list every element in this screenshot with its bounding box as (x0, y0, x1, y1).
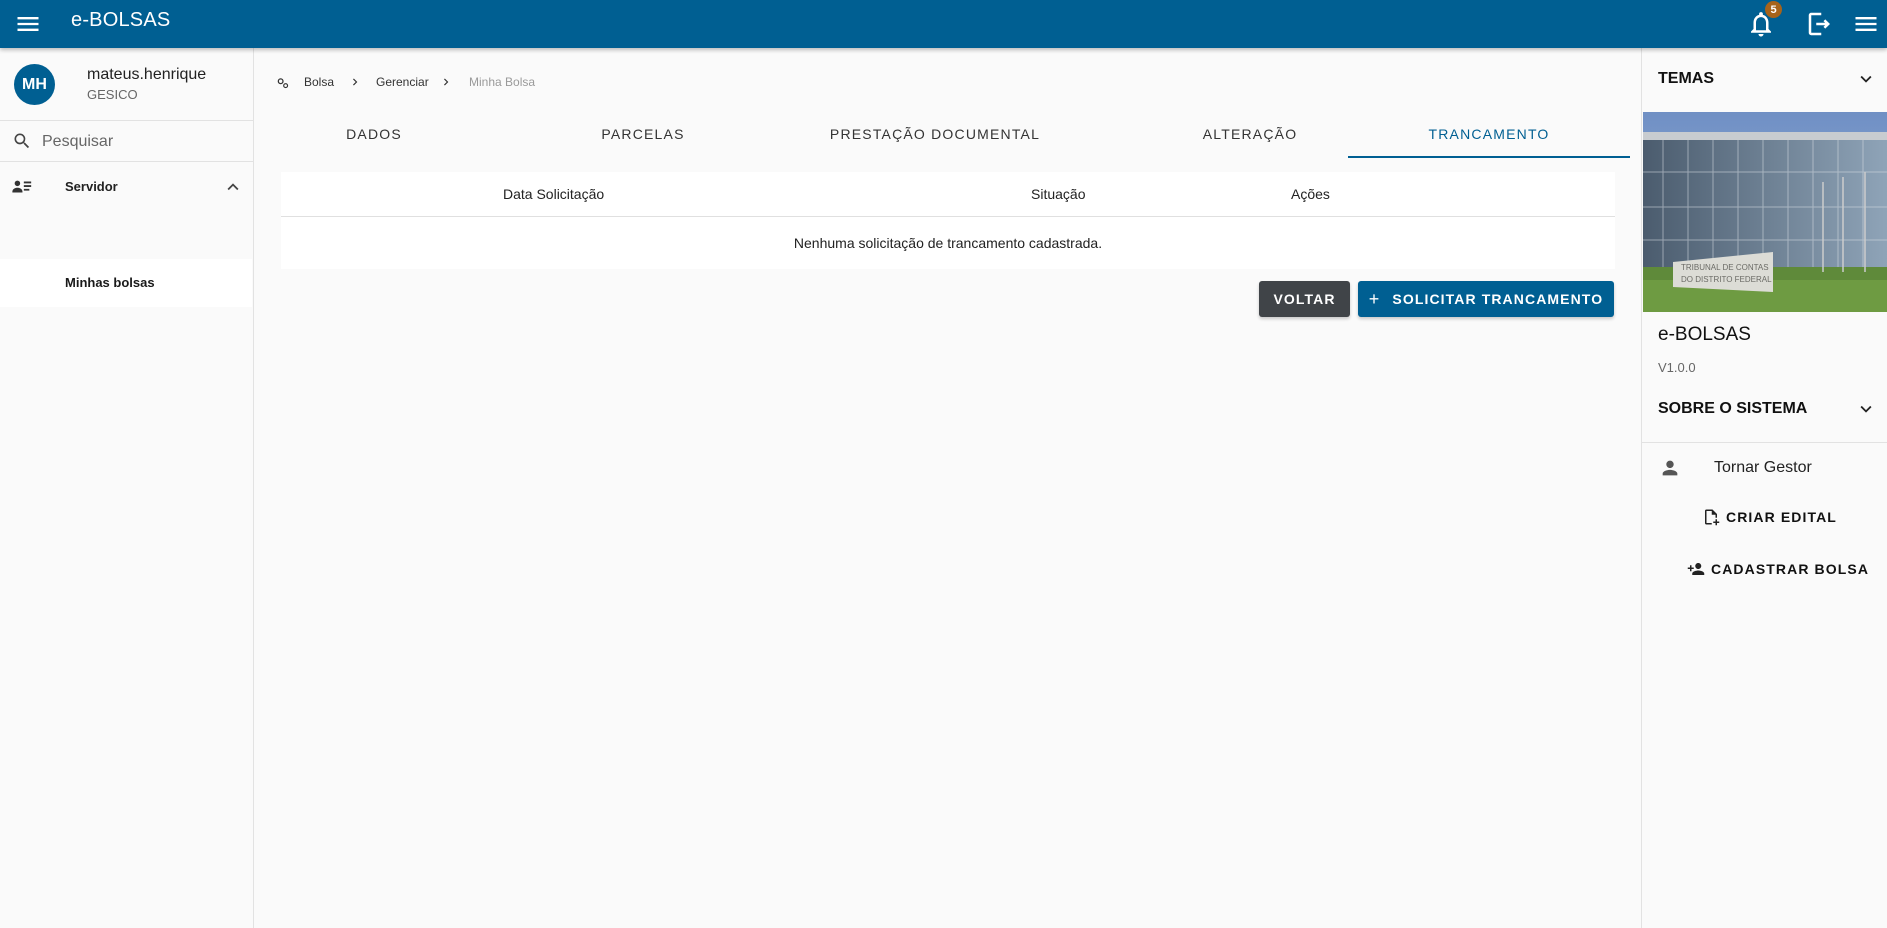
settings-icon (277, 78, 289, 89)
register-grant-label: CADASTRAR BOLSA (1711, 561, 1870, 577)
file-add-icon (1705, 509, 1720, 526)
plus-icon: + (1368, 288, 1381, 309)
tab-dados[interactable]: DADOS (280, 112, 468, 156)
building-photo: TRIBUNAL DE CONTAS DO DISTRITO FEDERAL (1643, 112, 1887, 312)
search-icon (14, 133, 30, 149)
tab-bar: DADOS PARCELAS PRESTAÇÃO DOCUMENTAL ALTE… (280, 112, 1630, 158)
person-list-icon (12, 180, 32, 193)
notifications-button[interactable]: 5 (1746, 1, 1782, 39)
create-notice-button[interactable]: CRIAR EDITAL (1702, 499, 1837, 535)
breadcrumb-item-gerenciar[interactable]: Gerenciar (376, 75, 429, 89)
image-sign-line-1: TRIBUNAL DE CONTAS (1681, 263, 1769, 272)
about-system-header[interactable]: SOBRE O SISTEMA (1658, 400, 1807, 418)
request-lock-label: SOLICITAR TRANCAMENTO (1392, 291, 1604, 307)
about-app-name: e-BOLSAS (1658, 324, 1751, 345)
app-title: e-BOLSAS (71, 9, 171, 31)
tab-parcelas[interactable]: PARCELAS (518, 112, 768, 156)
sidebar-group-label: Servidor (65, 179, 118, 194)
avatar[interactable]: MH (14, 64, 55, 105)
sidebar-search (0, 121, 253, 162)
sidebar-group-servidor[interactable]: Servidor (0, 168, 253, 206)
sidebar-item-label: Minhas bolsas (65, 275, 155, 290)
divider (1642, 442, 1887, 443)
table-header: Data Solicitação Situação Ações (281, 172, 1615, 217)
become-manager-item[interactable]: Tornar Gestor (1642, 446, 1887, 490)
top-app-bar: e-BOLSAS 5 (0, 0, 1887, 48)
tab-alteracao[interactable]: ALTERAÇÃO (1140, 112, 1360, 156)
empty-table-message: Nenhuma solicitação de trancamento cadas… (793, 235, 1103, 251)
themes-header[interactable]: TEMAS (1658, 70, 1714, 88)
breadcrumb-item-bolsa[interactable]: Bolsa (304, 75, 334, 89)
app-version: V1.0.0 (1658, 360, 1696, 375)
chevron-up-icon[interactable] (222, 176, 244, 198)
trancamento-table: Data Solicitação Situação Ações Nenhuma … (281, 172, 1615, 269)
user-name: mateus.henrique (87, 66, 207, 83)
tab-prestacao-documental[interactable]: PRESTAÇÃO DOCUMENTAL (788, 112, 1082, 156)
become-manager-label: Tornar Gestor (1714, 459, 1812, 476)
request-lock-button[interactable]: + SOLICITAR TRANCAMENTO (1358, 281, 1614, 317)
register-grant-button[interactable]: CADASTRAR BOLSA (1687, 551, 1869, 587)
column-header-situacao[interactable]: Situação (1031, 186, 1085, 202)
chevron-down-icon[interactable] (1855, 398, 1877, 420)
image-sign-line-2: DO DISTRITO FEDERAL (1681, 275, 1772, 284)
create-notice-label: CRIAR EDITAL (1726, 509, 1837, 525)
chevron-down-icon[interactable] (1855, 68, 1877, 90)
right-menu-icon[interactable] (1852, 10, 1880, 38)
column-header-acoes: Ações (1291, 186, 1330, 202)
user-organization: GESICO (87, 87, 138, 102)
right-panel: TEMAS TRIBUNAL DE CONTAS DO DISTRITO FED… (1641, 48, 1887, 928)
user-info: MH mateus.henrique GESICO (0, 48, 253, 121)
search-input[interactable] (40, 127, 244, 157)
column-header-data-solicitacao[interactable]: Data Solicitação (503, 186, 604, 202)
left-sidebar: MH mateus.henrique GESICO Servidor Minha… (0, 48, 254, 928)
breadcrumb-item-current: Minha Bolsa (469, 75, 536, 89)
chevron-right-icon (353, 78, 358, 86)
building-image: TRIBUNAL DE CONTAS DO DISTRITO FEDERAL (1643, 112, 1887, 312)
chevron-right-icon (444, 78, 449, 86)
sidebar-item-minhas-bolsas[interactable]: Minhas bolsas (0, 259, 252, 307)
person-icon (1662, 460, 1678, 476)
logout-icon[interactable] (1805, 9, 1835, 39)
tab-trancamento[interactable]: TRANCAMENTO (1348, 112, 1630, 158)
menu-icon[interactable] (14, 10, 42, 38)
person-add-icon (1687, 563, 1705, 575)
notification-count-badge: 5 (1765, 1, 1782, 18)
back-button[interactable]: VOLTAR (1259, 281, 1350, 317)
